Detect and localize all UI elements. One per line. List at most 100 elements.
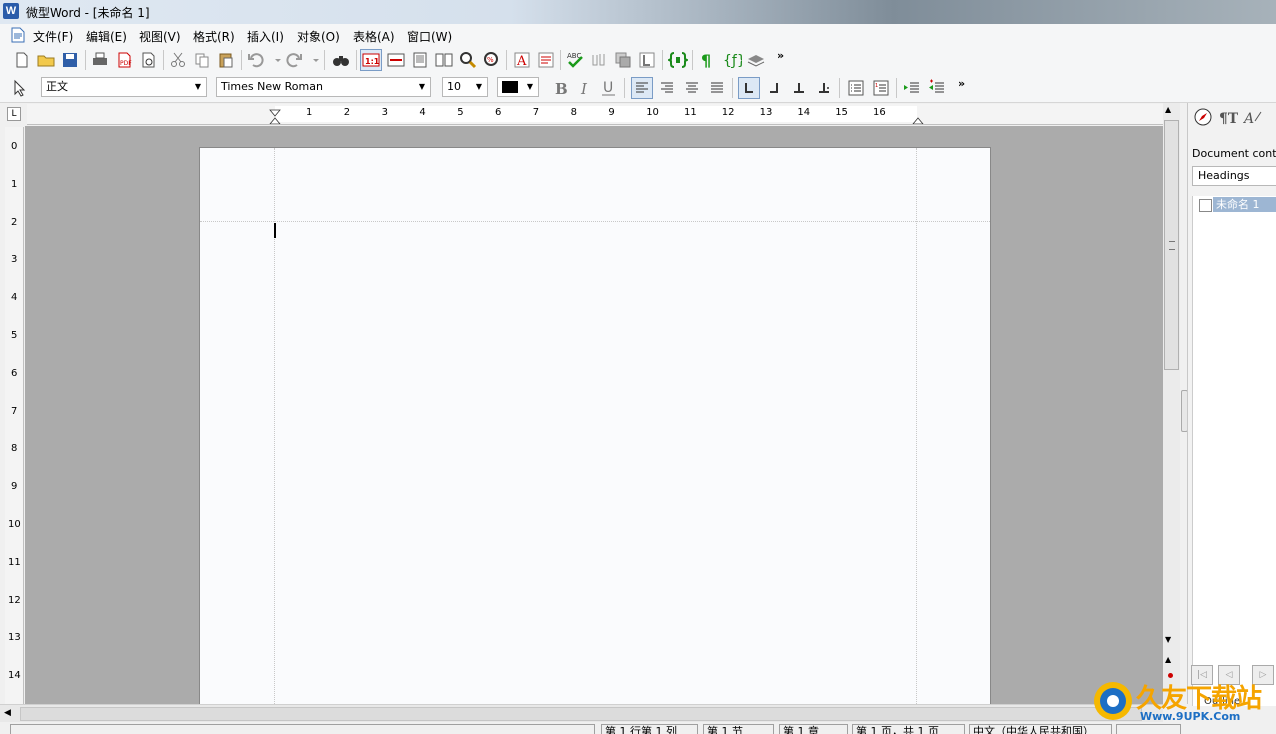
tab-right-icon[interactable] [764,78,784,98]
menu-view[interactable]: 视图(V) [139,28,181,45]
scroll-up-icon[interactable]: ▲ [1165,105,1171,114]
scroll-down-icon[interactable]: ▼ [1165,635,1171,644]
undo-dropdown-icon[interactable] [268,50,281,70]
insert-field-icon[interactable] [536,50,556,70]
svg-text:{ƒ}: {ƒ} [723,53,742,69]
text-box-icon[interactable] [637,50,657,70]
svg-text:U: U [603,80,613,96]
tab-left-icon[interactable] [738,77,760,99]
save-icon[interactable] [60,50,80,70]
ruler-number: 1 [306,107,313,118]
document-icon[interactable] [11,27,25,43]
increase-indent-icon[interactable] [927,78,947,98]
open-folder-icon[interactable] [36,50,56,70]
align-right-icon[interactable] [657,78,677,98]
redo-icon[interactable] [284,50,304,70]
menu-file[interactable]: 文件(F) [33,28,73,45]
ruler-number: 8 [11,443,18,455]
numbered-list-icon[interactable]: 1 [871,78,891,98]
ruler-number: 6 [495,107,502,118]
navigator-compass-icon[interactable] [1193,107,1213,127]
styles-icon[interactable]: ¶T [1218,107,1238,127]
font-size-select[interactable]: 10 ▼ [442,77,488,97]
font-panel-icon[interactable]: A [1243,107,1263,127]
print-icon[interactable] [90,50,110,70]
menu-insert[interactable]: 插入(I) [247,28,284,45]
tree-checkbox[interactable] [1199,199,1212,212]
svg-text:1:1: 1:1 [365,57,380,66]
menu-edit[interactable]: 编辑(E) [86,28,127,45]
cut-icon[interactable] [168,50,188,70]
align-left-icon[interactable] [631,77,653,99]
svg-text:PDF: PDF [120,60,132,67]
app-icon[interactable]: W [3,3,19,19]
frame-icon[interactable] [613,50,633,70]
zoom-percent-icon[interactable]: % [482,50,502,70]
bullet-list-icon[interactable] [846,78,866,98]
vertical-ruler[interactable]: 0 1 2 3 4 5 6 7 8 9 10 11 12 13 14 [5,127,24,704]
menu-table[interactable]: 表格(A) [353,28,395,45]
panel-title: Document conten [1192,147,1276,160]
paragraph-marks-icon[interactable]: ¶ [698,50,718,70]
ruler-number: 9 [608,107,615,118]
horizontal-ruler[interactable]: 1 2 3 4 5 6 7 8 9 10 11 12 13 14 15 16 [27,104,1163,125]
horizontal-scrollbar[interactable]: ◀ [0,704,1163,723]
standard-toolbar: PDF 1:1 % A ABC ¶ {ƒ} » [0,46,1276,74]
field-codes-icon[interactable]: {ƒ} [722,50,742,70]
layers-icon[interactable] [746,50,766,70]
svg-text:¶T: ¶T [1219,111,1238,127]
italic-icon[interactable]: I [575,78,595,98]
tree-item-document[interactable]: 未命名 1 [1213,197,1276,212]
zoom-100-icon[interactable]: 1:1 [360,49,382,71]
two-pages-icon[interactable] [434,50,454,70]
export-pdf-icon[interactable]: PDF [114,50,134,70]
new-document-icon[interactable] [12,50,32,70]
ruler-number: 12 [8,594,21,606]
ruler-number: 13 [759,107,773,118]
zoom-icon[interactable] [458,50,478,70]
horizontal-scrollbar-thumb[interactable] [20,707,1142,721]
field-brackets-icon[interactable] [668,50,688,70]
ruler-number: 2 [11,216,18,228]
underline-icon[interactable]: U [599,78,619,98]
tab-center-icon[interactable] [789,78,809,98]
font-color-select[interactable]: ▼ [497,77,539,97]
find-binoculars-icon[interactable] [331,50,351,70]
word-count-icon[interactable] [589,50,609,70]
toolbar-overflow-icon[interactable]: » [777,49,784,62]
redo-dropdown-icon[interactable] [306,50,319,70]
previous-page-icon[interactable]: ▲ [1165,655,1171,664]
bold-icon[interactable]: B [551,78,571,98]
menu-format[interactable]: 格式(R) [193,28,235,45]
ruler-number: 12 [721,107,735,118]
grip-icon [1169,241,1175,250]
tab-stop-selector[interactable]: L [7,107,21,121]
align-center-icon[interactable] [682,78,702,98]
page-width-icon[interactable] [386,50,406,70]
paste-icon[interactable] [216,50,236,70]
align-justify-icon[interactable] [707,78,727,98]
scrollbar-thumb[interactable] [1164,120,1179,370]
tab-decimal-icon[interactable] [814,78,834,98]
ruler-number: 10 [8,519,21,530]
menu-window[interactable]: 窗口(W) [407,28,452,45]
decrease-indent-icon[interactable] [902,78,922,98]
print-preview-icon[interactable] [138,50,158,70]
font-value: Times New Roman [221,80,323,93]
font-select[interactable]: Times New Roman ▼ [216,77,431,97]
ruler-ticks [269,106,924,124]
document-page[interactable] [199,147,991,708]
scroll-left-icon[interactable]: ◀ [4,708,11,718]
svg-text:A: A [1243,111,1254,127]
outline-type-select[interactable]: Headings [1192,166,1276,186]
undo-icon[interactable] [246,50,266,70]
font-color-icon[interactable]: A [512,50,532,70]
menu-object[interactable]: 对象(O) [297,28,340,45]
spell-check-icon[interactable]: ABC [565,50,585,70]
whole-page-icon[interactable] [410,50,430,70]
style-select[interactable]: 正文 ▼ [41,77,207,97]
svg-text:I: I [580,80,588,98]
copy-icon[interactable] [192,50,212,70]
select-pointer-icon[interactable] [10,78,30,98]
toolbar-overflow-icon[interactable]: » [958,77,965,90]
